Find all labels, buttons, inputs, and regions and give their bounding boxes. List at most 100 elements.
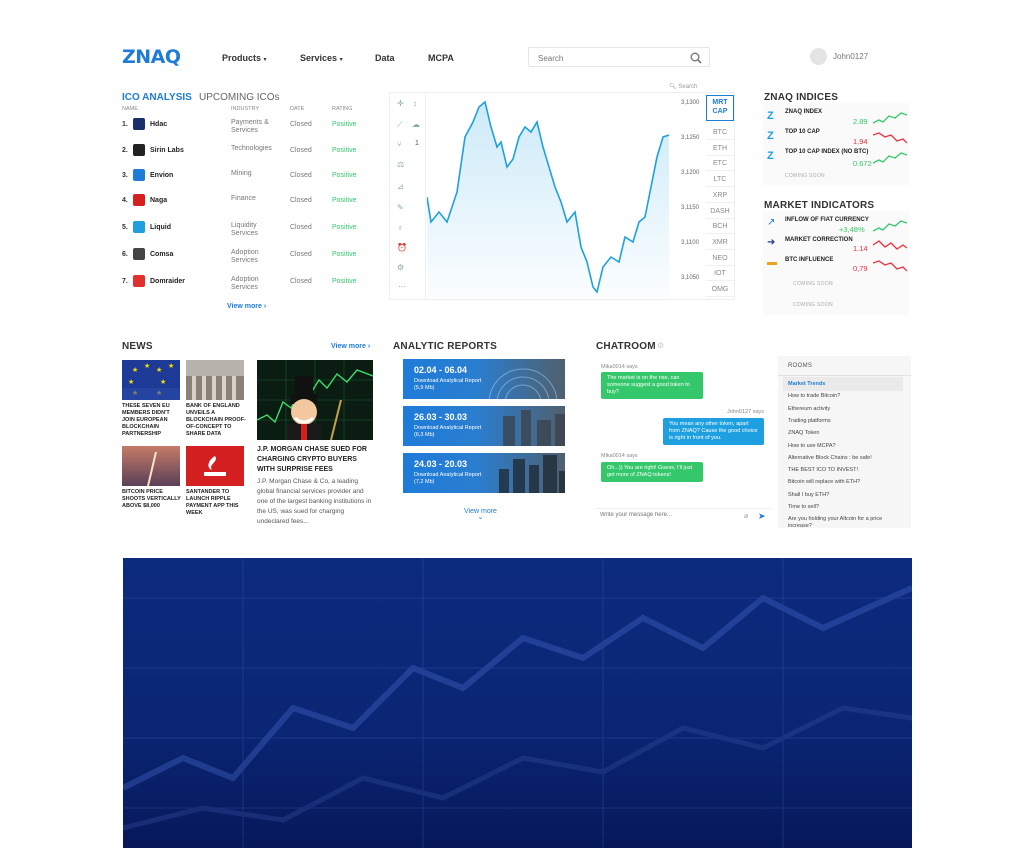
line-icon[interactable]: ⟋ <box>397 120 403 130</box>
trend-sparkline <box>873 112 907 124</box>
news-view-more-link[interactable]: View more › <box>331 343 370 350</box>
news-featured-image[interactable] <box>257 360 373 440</box>
draw-icon[interactable]: ✎ <box>397 203 404 212</box>
fork-icon[interactable]: ⑂ <box>397 140 402 149</box>
more-icon[interactable]: ⋯ <box>398 282 406 291</box>
report-thumbnail <box>488 368 558 399</box>
report-card[interactable]: 02.04 - 06.04 Download Analytical Report … <box>403 359 565 399</box>
send-icon[interactable]: ➤ <box>758 511 766 522</box>
nav-mcpa[interactable]: MCPA <box>428 53 454 63</box>
chat-message-input[interactable] <box>600 512 740 518</box>
project-date: Closed <box>290 197 312 204</box>
ico-view-more-link[interactable]: View more › <box>227 303 266 310</box>
analytic-reports-title: ANALYTIC REPORTS <box>393 341 497 352</box>
rooms-panel: ROOMS Market Trends How to trade Bitcoin?… <box>778 356 911 530</box>
tab-upcoming-icos[interactable]: UPCOMING ICOs <box>199 92 280 103</box>
coin-tab-neo[interactable]: NEO <box>706 251 734 266</box>
project-logo-icon <box>133 118 145 130</box>
news-image-eu-flag[interactable]: ★★★★★★★★ <box>122 360 180 400</box>
nav-products[interactable]: Products ▾ <box>222 53 267 63</box>
price-scale-label: 3,1050 <box>681 275 700 281</box>
room-item[interactable]: Time to sell? <box>788 504 819 510</box>
news-image-bitcoin-rocket[interactable] <box>122 446 180 486</box>
cursor-icon[interactable]: ↕ <box>413 99 417 108</box>
row-number: 3. <box>122 172 128 179</box>
znaq-logo[interactable]: ZNAQ <box>122 46 181 68</box>
project-date: Closed <box>290 121 312 128</box>
chart-search[interactable]: 🔍︎ Search <box>669 83 697 90</box>
reports-view-more-link[interactable]: View more ⌄ <box>464 508 497 521</box>
pattern-icon[interactable]: ⚖ <box>397 160 404 169</box>
project-date: Closed <box>290 224 312 231</box>
trend-sparkline <box>873 152 907 164</box>
coin-tab-etc[interactable]: ETC <box>706 156 734 172</box>
ico-row[interactable]: 1. Hdac Payments & Services Closed Positive <box>122 118 372 147</box>
coin-tab-dash[interactable]: DASH <box>706 204 734 219</box>
coin-tab-bch[interactable]: BCH <box>706 219 734 235</box>
coin-tab-btc[interactable]: BTC <box>706 125 734 140</box>
coin-tab-ltc[interactable]: LTC <box>706 172 734 188</box>
crosshair-icon[interactable]: ✛ <box>397 99 404 108</box>
room-item[interactable]: Alternative Block Chains : be safe! <box>788 455 872 461</box>
news-caption[interactable]: THESE SEVEN EU MEMBERS DIDN'T JOIN EUROP… <box>122 403 184 438</box>
ico-row[interactable]: 6. Comsa Adoption Services Closed Positive <box>122 248 372 277</box>
ico-row[interactable]: 4. Naga Finance Closed Positive <box>122 194 372 223</box>
price-line-chart <box>427 100 670 297</box>
tab-ico-analysis[interactable]: ICO ANALYSIS <box>122 92 192 103</box>
room-item[interactable]: Are you holding your Altcoin for a price… <box>788 516 900 530</box>
coin-tab-xrp[interactable]: XRP <box>706 188 734 203</box>
user-menu[interactable]: John0127 <box>810 48 868 65</box>
room-item[interactable]: THE BEST ICO TO INVEST! <box>788 467 858 473</box>
room-item[interactable]: How to use MCPA? <box>788 443 836 449</box>
project-rating: Positive <box>332 121 357 128</box>
market-indicators-title: MARKET INDICATORS <box>764 200 875 211</box>
room-item[interactable]: ZNAQ Token <box>788 430 819 436</box>
measure-icon[interactable]: ⊿ <box>397 182 404 191</box>
project-logo-icon <box>133 144 145 156</box>
room-item[interactable]: Ethereum activity <box>788 406 830 412</box>
room-item[interactable]: Shall I buy ETH? <box>788 492 829 498</box>
news-caption[interactable]: SANTANDER TO LAUNCH RIPPLE PAYMENT APP T… <box>186 489 248 517</box>
cloud-icon[interactable]: ☁ <box>412 120 420 129</box>
search-icon[interactable] <box>690 51 702 69</box>
room-item[interactable]: Market Trends <box>788 381 825 387</box>
news-caption[interactable]: BANK OF ENGLAND UNVEILS A BLOCKCHAIN PRO… <box>186 403 248 438</box>
settings-icon[interactable]: ⚙ <box>657 341 664 350</box>
coin-tab-mrt-cap[interactable]: MRT CAP <box>706 95 734 121</box>
news-image-santander[interactable] <box>186 446 244 486</box>
project-logo-icon <box>133 169 145 181</box>
row-number: 6. <box>122 251 128 258</box>
room-item[interactable]: How to trade Bitcoin? <box>788 393 840 399</box>
project-industry: Liquidity Services <box>231 222 258 237</box>
bulb-icon[interactable]: ♁ <box>397 223 403 232</box>
nav-data[interactable]: Data <box>375 53 395 63</box>
chevron-down-icon: ▾ <box>263 57 267 63</box>
index-value: 0.672 <box>853 159 872 168</box>
search-input[interactable] <box>529 49 679 68</box>
coin-tab-omg[interactable]: OMG <box>706 282 734 297</box>
coin-tab-xmr[interactable]: XMR <box>706 235 734 250</box>
news-image-bank-england[interactable] <box>186 360 244 400</box>
report-card[interactable]: 24.03 - 20.03 Download Analytical Report … <box>403 453 565 493</box>
price-scale-label: 3,1300 <box>681 100 700 106</box>
svg-text:★: ★ <box>168 362 174 370</box>
ico-row[interactable]: 7. Domraider Adoption Services Closed Positi… <box>122 275 372 304</box>
room-item[interactable]: Trading platforms <box>788 418 831 424</box>
alarm-icon[interactable]: ⏰ <box>397 243 407 252</box>
report-card[interactable]: 26.03 - 30.03 Download Analytical Report … <box>403 406 565 446</box>
featured-news-headline[interactable]: J.P. MORGAN CHASE SUED FOR CHARGING CRYP… <box>257 445 375 475</box>
avatar <box>810 48 827 65</box>
row-number: 4. <box>122 197 128 204</box>
report-download-label: Download Analytical Report (5,9 Mb) <box>414 378 482 391</box>
news-caption[interactable]: BITCOIN PRICE SHOOTS VERTICALLY ABOVE $8… <box>122 489 184 510</box>
settings-icon[interactable]: ⚙ <box>397 263 404 272</box>
nav-services[interactable]: Services ▾ <box>300 53 343 63</box>
attach-icon[interactable]: ⌀ <box>744 512 748 520</box>
coin-tab-eth[interactable]: ETH <box>706 141 734 156</box>
coin-tab-iot[interactable]: IOT <box>706 266 734 282</box>
ico-row[interactable]: 5. Liquid Liquidity Services Closed Positive <box>122 221 372 250</box>
project-rating: Positive <box>332 251 357 258</box>
chevron-down-icon: ▾ <box>339 57 343 63</box>
room-item[interactable]: Bitcoin will replace with ETH? <box>788 479 860 485</box>
chat-bubble: You mean any other token, apart from ZNA… <box>663 418 764 445</box>
